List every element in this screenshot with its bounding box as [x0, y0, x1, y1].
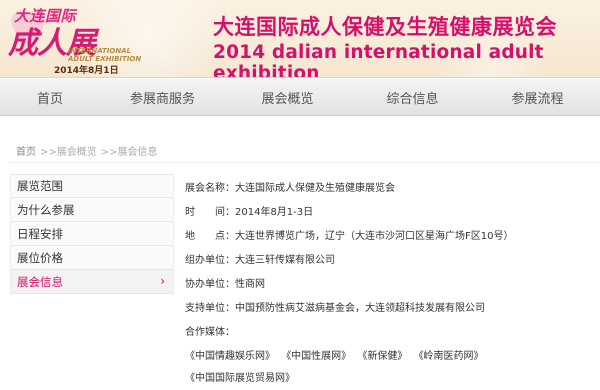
info-row-date: 时 间： 2014年8月1-3日: [185, 198, 595, 222]
breadcrumb-exhibition-info[interactable]: >>展会信息: [101, 143, 158, 158]
info-label: 时 间：: [185, 206, 235, 218]
chevron-right-icon: ›: [160, 274, 165, 288]
media-partner: 《新保健》: [357, 351, 408, 362]
info-value: 2014年8月1-3日: [235, 206, 314, 218]
info-label: 地 点：: [185, 230, 235, 242]
sidebar-item-why-exhibit[interactable]: 为什么参展: [10, 198, 174, 222]
site-title-chinese: 大连国际成人保健及生殖健康展览会: [213, 15, 557, 39]
info-value: 中国预防性病艾滋病基金会，大连领超科技发展有限公司: [235, 302, 485, 314]
sidebar-item-exhibition-info[interactable]: 展会信息 ›: [10, 270, 174, 294]
media-partner-list: 《中国情趣娱乐网》 《中国性展网》 《新保健》 《岭南医药网》 《中国国际展览贸…: [185, 346, 595, 390]
header-banner: 大连国际 成人展 INTERNATIONAL ADULT EXHIBITION …: [0, 0, 600, 78]
breadcrumb-exhibition-overview[interactable]: >>展会概览: [40, 143, 97, 158]
media-partner: 《岭南医药网》: [413, 351, 484, 362]
info-value: 性商网: [235, 278, 265, 290]
breadcrumb-home[interactable]: 首页: [16, 143, 36, 158]
nav-item-exhibitor-services[interactable]: 参展商服务: [100, 88, 225, 107]
sidebar-item-booth-price[interactable]: 展位价格: [10, 246, 174, 270]
info-label: 协办单位：: [185, 278, 235, 290]
nav-item-general-info[interactable]: 综合信息: [350, 88, 475, 107]
media-partner: 《中国国际展览贸易网》: [185, 373, 295, 384]
breadcrumb: 首页 >>展会概览 >>展会信息: [10, 138, 600, 163]
info-row-organizer: 组办单位： 大连三轩传媒有限公司: [185, 246, 595, 270]
info-row-media-partners: 合作媒体：: [185, 318, 595, 342]
info-label: 展会名称：: [185, 182, 235, 194]
info-value: 大连三轩传媒有限公司: [235, 254, 335, 266]
info-label: 支持单位：: [185, 302, 235, 314]
sidebar: 展览范围 为什么参展 日程安排 展位价格 展会信息 ›: [10, 174, 174, 294]
media-partner: 《中国情趣娱乐网》: [185, 351, 275, 362]
info-row-supporter: 支持单位： 中国预防性病艾滋病基金会，大连领超科技发展有限公司: [185, 294, 595, 318]
sidebar-item-label: 日程安排: [17, 226, 63, 241]
main-nav: 首页 参展商服务 展会概览 综合信息 参展流程: [0, 78, 600, 116]
info-value: 大连国际成人保健及生殖健康展览会: [235, 182, 395, 194]
media-partner: 《中国性展网》: [281, 351, 352, 362]
info-label: 组办单位：: [185, 254, 235, 266]
nav-item-home[interactable]: 首页: [0, 88, 100, 107]
logo-date: 2014年8月1日: [54, 66, 119, 76]
exhibition-logo[interactable]: 大连国际 成人展 INTERNATIONAL ADULT EXHIBITION …: [4, 2, 154, 76]
sidebar-item-label: 展会信息: [17, 274, 63, 289]
info-row-venue: 地 点： 大连世界博览广场，辽宁（大连市沙河口区星海广场F区10号）: [185, 222, 595, 246]
sidebar-item-label: 为什么参展: [17, 202, 75, 217]
media-partner-line: 《中国国际展览贸易网》: [185, 368, 595, 390]
info-row-co-organizer: 协办单位： 性商网: [185, 270, 595, 294]
logo-english-line-2: ADULT EXHIBITION: [68, 55, 142, 63]
info-label: 合作媒体：: [185, 326, 235, 338]
info-row-name: 展会名称： 大连国际成人保健及生殖健康展览会: [185, 174, 595, 198]
media-partner-line: 《中国情趣娱乐网》 《中国性展网》 《新保健》 《岭南医药网》: [185, 346, 595, 368]
nav-item-exhibition-overview[interactable]: 展会概览: [225, 88, 350, 107]
logo-english-line-1: INTERNATIONAL: [68, 47, 132, 55]
info-value: 大连世界博览广场，辽宁（大连市沙河口区星海广场F区10号）: [235, 230, 514, 242]
sidebar-item-label: 展位价格: [17, 250, 63, 265]
site-title-english: 2014 dalian international adult exhibiti…: [213, 42, 544, 78]
sidebar-item-exhibition-scope[interactable]: 展览范围: [10, 174, 174, 198]
sidebar-item-schedule[interactable]: 日程安排: [10, 222, 174, 246]
exhibition-info-panel: 展会名称： 大连国际成人保健及生殖健康展览会 时 间： 2014年8月1-3日 …: [185, 174, 595, 390]
sidebar-item-label: 展览范围: [17, 179, 63, 193]
nav-item-exhibit-process[interactable]: 参展流程: [475, 88, 600, 107]
